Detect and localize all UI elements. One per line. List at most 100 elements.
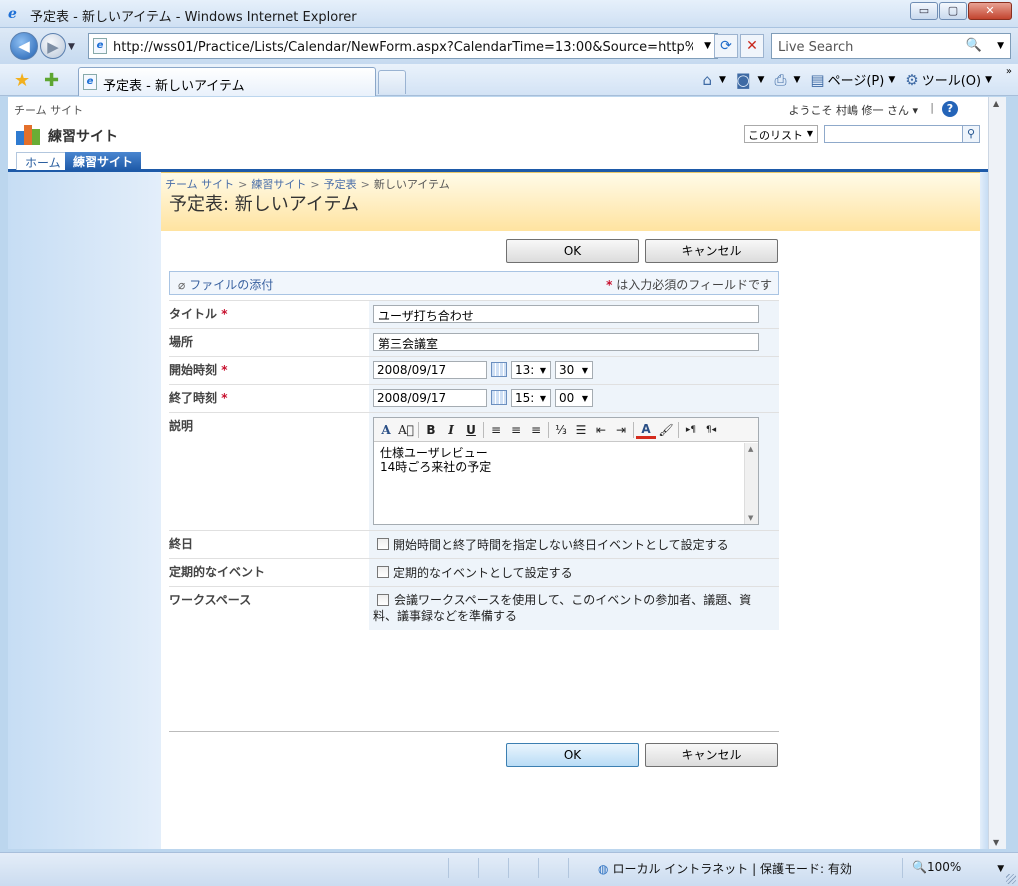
end-minute-select[interactable]: 00 ▼ — [555, 389, 593, 407]
home-button[interactable]: ⌂ ▼ — [703, 71, 726, 89]
status-bar: ◍ ローカル イントラネット | 保護モード: 有効 🔍100% ▼ — [0, 852, 1018, 886]
field-row-all-day: 終日 開始時間と終了時間を指定しない終日イベントとして設定する — [169, 530, 779, 558]
site-search-button[interactable]: ⚲ — [962, 125, 980, 143]
search-scope-value: このリスト — [748, 129, 803, 142]
field-row-recurrence: 定期的なイベント 定期的なイベントとして設定する — [169, 558, 779, 586]
more-commands-icon[interactable]: » — [1006, 66, 1012, 77]
scroll-up-icon[interactable]: ▲ — [993, 99, 999, 108]
font-icon[interactable]: A — [376, 420, 396, 440]
recurrence-checkbox[interactable] — [377, 566, 389, 578]
tab-page-icon: e — [83, 74, 97, 90]
scroll-up-icon[interactable]: ▲ — [748, 445, 753, 453]
new-item-form: OK キャンセル ⌀ ファイルの添付 * は入力必須のフィールドです タイトル *… — [161, 231, 980, 849]
nav-practice-site[interactable]: 練習サイト — [65, 152, 142, 170]
workspace-checkbox-label[interactable]: 会議ワークスペースを使用して、このイベントの参加者、議題、資料、議事録などを準備… — [373, 592, 773, 624]
all-day-checkbox[interactable] — [377, 538, 389, 550]
ltr-icon[interactable]: ▸¶ — [681, 420, 701, 440]
start-date-input[interactable]: 2008/09/17 — [373, 361, 487, 379]
url-text[interactable]: http://wss01/Practice/Lists/Calendar/New… — [113, 40, 693, 55]
resize-grip-icon[interactable] — [1006, 874, 1016, 884]
security-zone[interactable]: ◍ ローカル イントラネット | 保護モード: 有効 — [598, 860, 852, 877]
location-input[interactable]: 第三会議室 — [373, 333, 759, 351]
welcome-menu[interactable]: ようこそ 村嶋 修一 さん ▾ — [788, 102, 918, 118]
nav-home[interactable]: ホーム — [16, 152, 70, 170]
ok-button-top[interactable]: OK — [506, 239, 639, 263]
help-icon[interactable]: ? — [942, 101, 958, 117]
tools-menu[interactable]: ⚙ ツール(O) ▼ — [905, 70, 992, 90]
zoom-control[interactable]: 🔍100% ▼ — [912, 860, 1004, 874]
rte-toolbar: A A⃞ B I U ≡ ≡ ≡ ⅓ ☰ ⇤ ⇥ A 🖌 ▸¶ ¶◂ — [374, 418, 758, 442]
ok-button-bottom[interactable]: OK — [506, 743, 639, 767]
start-hour-select[interactable]: 13: ▼ — [511, 361, 551, 379]
live-search-box[interactable]: Live Search 🔍 ▼ — [771, 33, 1011, 59]
description-text[interactable]: 仕様ユーザレビュー 14時ごろ来社の予定 — [374, 443, 744, 523]
bullet-list-icon[interactable]: ☰ — [571, 420, 591, 440]
italic-icon[interactable]: I — [441, 420, 461, 440]
all-day-checkbox-label[interactable]: 開始時間と終了時間を指定しない終日イベントとして設定する — [393, 536, 729, 553]
stop-button[interactable]: ✕ — [740, 34, 764, 58]
cancel-button-bottom[interactable]: キャンセル — [645, 743, 778, 767]
forward-button[interactable]: ▶ — [40, 33, 66, 59]
site-title[interactable]: 練習サイト — [48, 126, 118, 146]
refresh-button[interactable]: ⟳ — [714, 34, 738, 58]
align-left-icon[interactable]: ≡ — [486, 420, 506, 440]
description-editor[interactable]: A A⃞ B I U ≡ ≡ ≡ ⅓ ☰ ⇤ ⇥ A 🖌 ▸¶ ¶◂ 仕様ユーザ… — [373, 417, 759, 525]
site-search-input[interactable] — [824, 125, 964, 143]
window-title: 予定表 - 新しいアイテム - Windows Internet Explore… — [30, 10, 357, 25]
bold-icon[interactable]: B — [421, 420, 441, 440]
field-label-end: 終了時刻 * — [169, 391, 228, 405]
editor-scrollbar[interactable]: ▲ ▼ — [744, 443, 758, 524]
chevron-down-icon[interactable]: ▼ — [997, 864, 1004, 874]
indent-icon[interactable]: ⇥ — [611, 420, 631, 440]
outdent-icon[interactable]: ⇤ — [591, 420, 611, 440]
cancel-button-top[interactable]: キャンセル — [645, 239, 778, 263]
recent-pages-dropdown[interactable]: ▼ — [68, 42, 75, 52]
page-menu[interactable]: ▤ ページ(P) ▼ — [810, 70, 895, 90]
search-placeholder: Live Search — [778, 40, 854, 55]
title-input[interactable]: ユーザ打ち合わせ — [373, 305, 759, 323]
search-scope-select[interactable]: このリスト ▼ — [744, 125, 818, 143]
header-separator: | — [930, 101, 934, 114]
workspace-checkbox[interactable] — [377, 594, 389, 606]
url-dropdown-icon[interactable]: ▼ — [704, 41, 711, 51]
font-size-icon[interactable]: A⃞ — [396, 420, 416, 440]
new-tab-button[interactable] — [378, 70, 406, 94]
close-button[interactable]: ✕ — [968, 2, 1012, 20]
underline-icon[interactable]: U — [461, 420, 481, 440]
command-bar: ⌂ ▼ ◙ ▼ ⎙ ▼ ▤ ページ(P) ▼ ⚙ ツール(O) ▼ — [693, 70, 992, 90]
print-button[interactable]: ⎙ ▼ — [774, 71, 800, 89]
maximize-button[interactable]: ▢ — [939, 2, 967, 20]
end-hour-select[interactable]: 15: ▼ — [511, 389, 551, 407]
field-row-description: 説明 A A⃞ B I U ≡ ≡ ≡ ⅓ ☰ ⇤ ⇥ A 🖌 ▸¶ ¶◂ 仕様… — [169, 412, 779, 530]
page-scrollbar[interactable]: ▲ ▼ — [988, 97, 1006, 849]
add-favorites-icon[interactable]: ✚ — [44, 70, 59, 91]
address-toolbar: ◀ ▶ ▼ e http://wss01/Practice/Lists/Cale… — [0, 28, 1018, 64]
field-row-end: 終了時刻 * 2008/09/17 15: ▼ 00 ▼ — [169, 384, 779, 412]
rtl-icon[interactable]: ¶◂ — [701, 420, 721, 440]
align-right-icon[interactable]: ≡ — [526, 420, 546, 440]
numbered-list-icon[interactable]: ⅓ — [551, 420, 571, 440]
calendar-icon[interactable] — [491, 390, 507, 405]
minimize-button[interactable]: ▭ — [910, 2, 938, 20]
tab-active[interactable]: e 予定表 - 新しいアイテム — [78, 67, 376, 96]
field-label-description: 説明 — [169, 419, 194, 433]
align-center-icon[interactable]: ≡ — [506, 420, 526, 440]
tab-label: 予定表 - 新しいアイテム — [103, 79, 245, 94]
highlight-icon[interactable]: 🖌 — [656, 420, 676, 440]
end-date-input[interactable]: 2008/09/17 — [373, 389, 487, 407]
scroll-down-icon[interactable]: ▼ — [993, 838, 999, 847]
search-dropdown-icon[interactable]: ▼ — [997, 41, 1004, 51]
team-site-link[interactable]: チーム サイト — [14, 102, 83, 118]
favorites-center-icon[interactable]: ★ — [14, 70, 30, 91]
attach-file-link[interactable]: ⌀ ファイルの添付 — [178, 276, 273, 293]
description-line-2: 14時ごろ来社の予定 — [380, 460, 492, 474]
search-icon[interactable]: 🔍 — [966, 38, 982, 53]
address-bar[interactable]: e http://wss01/Practice/Lists/Calendar/N… — [88, 33, 718, 59]
back-button[interactable]: ◀ — [10, 32, 38, 60]
calendar-icon[interactable] — [491, 362, 507, 377]
scroll-down-icon[interactable]: ▼ — [748, 514, 753, 522]
text-color-icon[interactable]: A — [636, 421, 656, 439]
start-minute-select[interactable]: 30 ▼ — [555, 361, 593, 379]
feeds-button[interactable]: ◙ ▼ — [736, 71, 764, 89]
recurrence-checkbox-label[interactable]: 定期的なイベントとして設定する — [393, 564, 573, 581]
